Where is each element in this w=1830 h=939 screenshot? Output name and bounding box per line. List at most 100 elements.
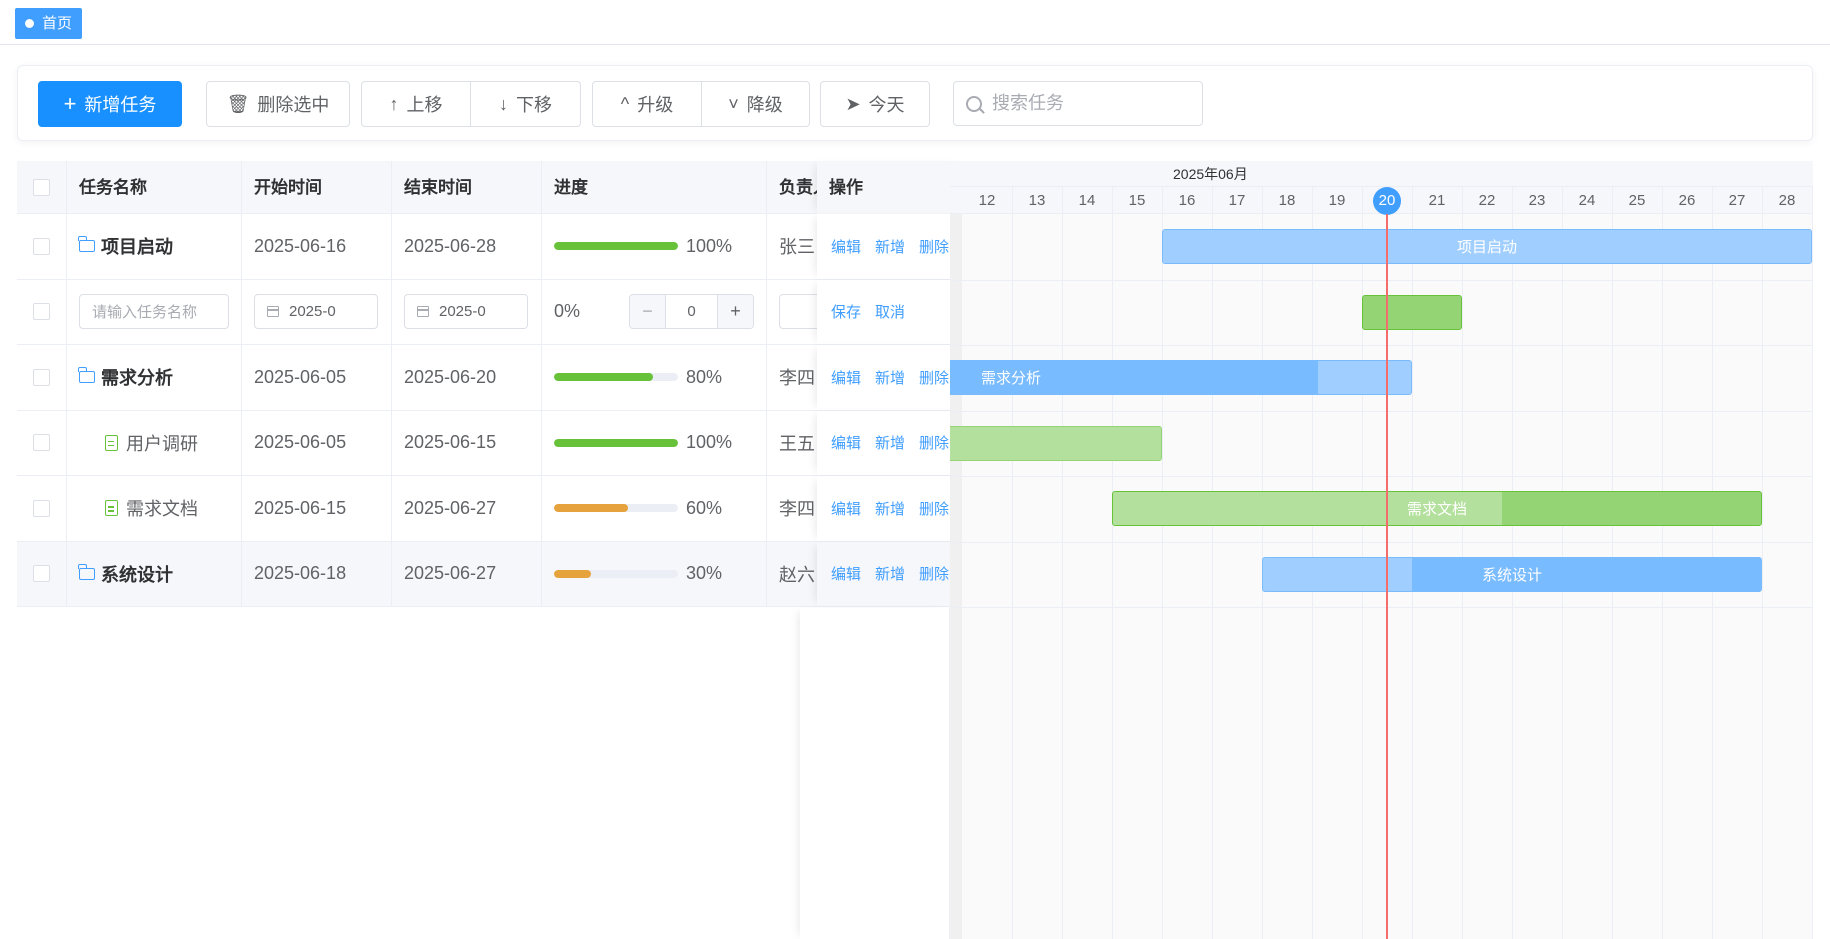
tab-home[interactable]: 首页 [15,8,83,39]
edit-link[interactable]: 编辑 [831,367,861,388]
gantt-bar[interactable]: 需求文档 [1112,491,1762,526]
move-down-label: 下移 [516,95,552,115]
search-input[interactable] [992,93,1182,114]
row-checkbox[interactable] [33,565,50,583]
owner: 王五 [779,433,815,454]
add-link[interactable]: 新增 [875,367,905,388]
task-table: 任务名称 开始时间 结束时间 进度 负责人 操作 项目启动 2025-06-16… [17,161,967,607]
save-link[interactable]: 保存 [831,301,861,322]
tabs-bar: 首页 [0,0,1830,45]
progress-bar [554,373,678,382]
gantt-day-label: 28 [1778,192,1796,209]
progress-fill [554,373,654,382]
task-name: 需求分析 [101,368,173,389]
row-checkbox[interactable] [33,303,50,321]
ops-cell: 编辑 新增 删除 [817,214,967,279]
row-select-cell [17,410,67,475]
progress-stepper[interactable]: −0 + [629,294,754,330]
add-link[interactable]: 新增 [875,236,905,257]
row-checkbox[interactable] [33,237,50,255]
end-date-value: 2025-0 [439,303,486,321]
move-up-label: 上移 [406,95,443,115]
delete-link[interactable]: 删除 [919,432,949,453]
table-row[interactable]: 用户调研 2025-06-05 2025-06-15 100% 王五 编辑 新增删… [17,410,967,476]
row-checkbox[interactable] [33,499,50,517]
promote-button[interactable]: ^ 升级 [592,81,702,127]
gantt-bar-progress [950,426,1161,460]
gantt-day-label: 14 [1078,192,1096,209]
table-row[interactable]: 需求文档 2025-06-15 2025-06-27 60% 李四 编辑 新增 删除 [17,476,967,542]
demote-button[interactable]: ˅ 降级 [702,81,810,127]
gantt-day-label: 22 [1478,192,1496,209]
gantt-bar-label: 需求分析 [981,370,1042,387]
toolbar: + 新增任务 🗑 删除选中 ↑ 上移 ↓ 下移 ^ 升级 ˅ 降级 ➤ 今天 [17,65,1813,141]
navigation-icon: ➤ [845,93,861,114]
gantt-day-17: 17 [1212,187,1262,214]
gantt-row-line [950,279,1813,281]
task-name-input[interactable]: 请输入任务名称 [79,294,229,330]
gantt-bar[interactable]: 需求分析 [950,360,1412,395]
edit-link[interactable]: 编辑 [831,236,861,257]
owner: 张三 [779,237,815,258]
ops-cell: 编辑 新增 删除 [817,345,967,410]
add-link[interactable]: 新增 [875,498,905,519]
chevron-up-icon: ^ [620,93,630,114]
task-name: 用户调研 [126,433,198,454]
gantt-row-line [950,345,1813,346]
gantt-row-line [950,476,1813,477]
end-date-picker[interactable]: 2025-0 [404,294,528,330]
row-checkbox[interactable] [33,368,50,386]
gantt-bar[interactable]: 项目启动 [1162,229,1812,264]
table-row[interactable]: 项目启动 2025-06-16 2025-06-28 100% 张三 编辑 新增删… [17,214,967,280]
progress-cell: 100% [542,214,767,279]
search-box [953,81,1203,126]
header-progress: 进度 [542,161,767,214]
progress-cell: 80% [542,345,767,410]
edit-link[interactable]: 编辑 [831,563,861,584]
add-link[interactable]: 新增 [875,432,905,453]
minus-icon[interactable]: − [630,295,665,329]
gantt-bar[interactable] [1362,294,1462,330]
gantt-chart[interactable]: 2025年06月 12 13 14 15 16 17 18 19 20 21 22 23 24 25 26 2… [950,161,1813,939]
row-select-cell [17,476,67,541]
cancel-link[interactable]: 取消 [875,301,905,322]
progress-fill [554,504,629,513]
today-button[interactable]: ➤ 今天 [820,81,930,127]
gantt-day-15: 15 [1112,187,1162,214]
move-down-button[interactable]: ↓ 下移 [471,81,581,127]
gantt-grid-line [1812,187,1813,939]
progress-text: 0% [554,301,581,322]
header-start: 开始时间 [242,161,392,214]
table-row[interactable]: 系统设计 2025-06-18 2025-06-27 30% 赵六 编辑 新增 删除 [17,541,967,607]
plus-icon[interactable]: + [718,295,753,329]
table-row-editing[interactable]: 请输入任务名称 2025-0 2025-0 0% −0 + 保存 取消 [17,279,967,345]
gantt-bar[interactable]: 系统设计 [1262,556,1762,592]
gantt-day-label: 19 [1328,192,1346,209]
demote-label: 降级 [746,95,783,115]
gantt-day-label: 25 [1628,192,1646,209]
progress-cell: 60% [542,476,767,541]
start-date-picker[interactable]: 2025-0 [254,294,378,330]
end-date: 2025-06-15 [392,410,542,475]
add-link[interactable]: 新增 [875,563,905,584]
delete-link[interactable]: 删除 [919,563,949,584]
add-task-button[interactable]: + 新增任务 [38,81,182,127]
edit-link[interactable]: 编辑 [831,432,861,453]
delete-link[interactable]: 删除 [919,236,949,257]
delete-selected-button[interactable]: 🗑 删除选中 [206,81,350,127]
delete-selected-label: 删除选中 [257,95,330,115]
end-date: 2025-06-27 [392,476,542,541]
stepper-value[interactable]: 0 [665,295,718,329]
delete-link[interactable]: 删除 [919,498,949,519]
move-up-button[interactable]: ↑ 上移 [361,81,471,127]
start-date-value: 2025-0 [289,303,336,321]
table-row[interactable]: 需求分析 2025-06-05 2025-06-20 80% 李四 编辑 新增 删除 [17,345,967,411]
gantt-bar[interactable] [950,425,1162,461]
edit-link[interactable]: 编辑 [831,498,861,519]
gantt-row-line [950,607,1813,608]
delete-link[interactable]: 删除 [919,367,949,388]
select-all-checkbox[interactable] [33,179,50,196]
owner-select[interactable] [779,294,817,330]
gantt-day-19: 19 [1312,187,1362,214]
row-checkbox[interactable] [33,434,50,452]
